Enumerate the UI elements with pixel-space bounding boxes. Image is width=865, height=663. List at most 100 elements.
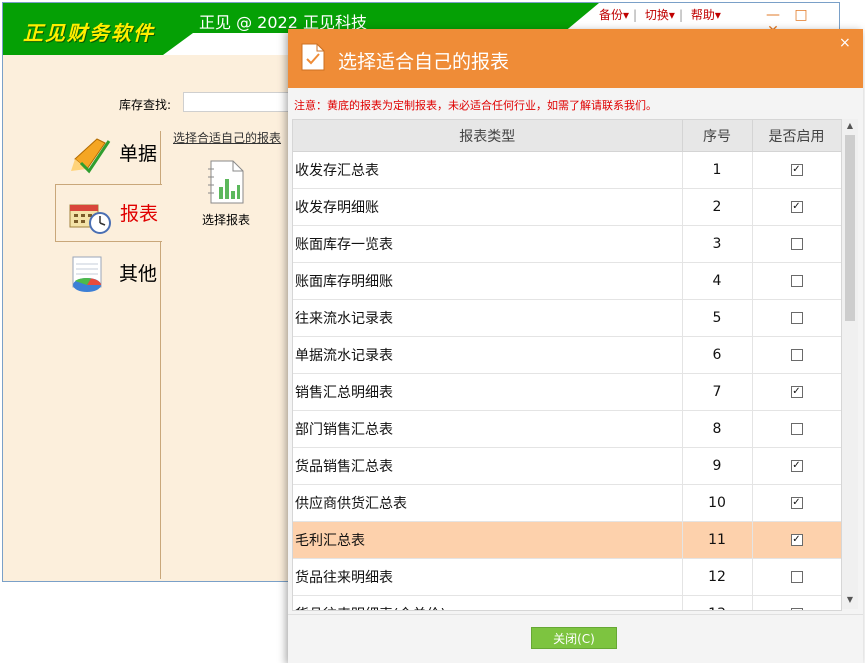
report-number-cell: 7	[682, 373, 753, 411]
report-type-cell: 往来流水记录表	[293, 299, 683, 337]
table-row[interactable]: 收发存汇总表 1 ✓	[293, 151, 841, 189]
report-number-cell: 4	[682, 262, 753, 300]
table-row[interactable]: 收发存明细账 2 ✓	[293, 188, 841, 226]
close-button[interactable]: 关闭(C)	[531, 627, 617, 649]
report-type-cell: 供应商供货汇总表	[293, 484, 683, 522]
table-header-row: 报表类型 序号 是否启用	[293, 120, 841, 152]
report-document-icon	[208, 160, 244, 204]
table-row[interactable]: 账面库存一览表 3	[293, 225, 841, 263]
checklist-icon	[301, 43, 325, 71]
title-menus: 备份▾ | 切换▾ | 帮助▾	[599, 8, 721, 22]
report-number-cell: 6	[682, 336, 753, 374]
col-header-num[interactable]: 序号	[682, 120, 753, 152]
table-row[interactable]: 货品销售汇总表 9 ✓	[293, 447, 841, 485]
scroll-up-icon[interactable]: ▲	[842, 119, 858, 133]
nav-item-documents[interactable]: 单据	[55, 125, 160, 181]
footer-divider	[288, 614, 863, 615]
scroll-thumb[interactable]	[845, 135, 855, 321]
col-header-enabled[interactable]: 是否启用	[752, 120, 841, 152]
enabled-checkbox[interactable]	[790, 608, 803, 610]
enabled-checkbox[interactable]	[790, 312, 803, 324]
pencil-icon	[71, 138, 111, 174]
enabled-checkbox[interactable]: ✓	[790, 497, 803, 509]
enabled-checkbox[interactable]	[790, 349, 803, 361]
enabled-checkbox[interactable]: ✓	[790, 534, 803, 546]
choose-report-tool[interactable]: 选择报表	[199, 159, 253, 228]
report-number-cell: 2	[682, 188, 753, 226]
table-row[interactable]: 货品往来明细表 12	[293, 558, 841, 596]
report-type-cell: 收发存汇总表	[293, 151, 683, 189]
report-type-cell: 账面库存明细账	[293, 262, 683, 300]
report-type-cell: 账面库存一览表	[293, 225, 683, 263]
dialog-close-icon[interactable]: ×	[839, 35, 851, 51]
choose-report-label: 选择报表	[201, 213, 250, 227]
breadcrumb-link[interactable]: 选择合适自己的报表	[173, 129, 281, 146]
table-row[interactable]: 货品往来明细表(含单价)13	[293, 595, 841, 610]
search-label: 库存查找:	[119, 98, 172, 112]
report-number-cell: 3	[682, 225, 753, 263]
report-type-cell: 销售汇总明细表	[293, 373, 683, 411]
app-logo: 正见财务软件	[23, 21, 155, 45]
enabled-checkbox[interactable]	[790, 423, 803, 435]
enabled-cell: ✓	[752, 188, 841, 226]
enabled-cell	[752, 410, 841, 448]
report-number-cell: 1	[682, 151, 753, 189]
table-row[interactable]: 往来流水记录表 5	[293, 299, 841, 337]
enabled-checkbox[interactable]	[790, 238, 803, 250]
enabled-cell	[752, 225, 841, 263]
enabled-checkbox[interactable]: ✓	[790, 460, 803, 472]
scroll-down-icon[interactable]: ▼	[842, 593, 858, 607]
enabled-cell: ✓	[752, 447, 841, 485]
enabled-checkbox[interactable]	[790, 571, 803, 583]
enabled-checkbox[interactable]: ✓	[790, 164, 803, 176]
enabled-cell: ✓	[752, 373, 841, 411]
report-type-cell: 毛利汇总表	[293, 521, 683, 559]
report-type-cell: 单据流水记录表	[293, 336, 683, 374]
report-select-dialog: 选择适合自己的报表 × 注意：黄底的报表为定制报表，未必适合任何行业，如需了解请…	[288, 29, 863, 663]
report-number-cell: 5	[682, 299, 753, 337]
report-type-cell: 货品往来明细表(含单价)	[293, 595, 683, 610]
enabled-cell	[752, 299, 841, 337]
dialog-title: 选择适合自己的报表	[338, 51, 510, 73]
enabled-cell	[752, 262, 841, 300]
table-row[interactable]: 销售汇总明细表 7 ✓	[293, 373, 841, 411]
report-type-cell: 货品往来明细表	[293, 558, 683, 596]
enabled-checkbox[interactable]: ✓	[790, 201, 803, 213]
col-header-type[interactable]: 报表类型	[293, 120, 683, 152]
table-row[interactable]: 单据流水记录表 6	[293, 336, 841, 374]
nav-item-reports[interactable]: 报表	[55, 184, 162, 242]
report-table: 报表类型 序号 是否启用 收发存汇总表 1 ✓ 收发存明细账 2 ✓ 账面库存一览表 3 账面库…	[292, 119, 842, 611]
table-row[interactable]: 毛利汇总表 11 ✓	[293, 521, 841, 559]
table-scrollbar[interactable]: ▲ ▼	[842, 119, 858, 609]
enabled-cell: ✓	[752, 484, 841, 522]
menu-backup[interactable]: 备份▾	[599, 8, 629, 22]
enabled-cell	[752, 595, 841, 610]
report-type-cell: 部门销售汇总表	[293, 410, 683, 448]
table-row[interactable]: 部门销售汇总表 8	[293, 410, 841, 448]
report-number-cell: 10	[682, 484, 753, 522]
report-number-cell: 8	[682, 410, 753, 448]
minimize-icon[interactable]: —	[759, 7, 787, 23]
nav-item-other[interactable]: 其他	[55, 245, 160, 301]
table-row[interactable]: 供应商供货汇总表 10 ✓	[293, 484, 841, 522]
calendar-clock-icon	[69, 204, 111, 234]
report-type-cell: 收发存明细账	[293, 188, 683, 226]
nav-label-reports: 报表	[120, 203, 159, 225]
pie-chart-icon	[72, 256, 102, 292]
report-number-cell: 13	[682, 595, 753, 610]
nav-label-documents: 单据	[119, 143, 158, 165]
menu-switch[interactable]: 切换▾	[645, 8, 675, 22]
enabled-cell	[752, 336, 841, 374]
enabled-cell: ✓	[752, 151, 841, 189]
enabled-checkbox[interactable]	[790, 275, 803, 287]
report-number-cell: 12	[682, 558, 753, 596]
report-number-cell: 9	[682, 447, 753, 485]
maximize-icon[interactable]: □	[787, 7, 815, 23]
dialog-header: 选择适合自己的报表 ×	[288, 29, 863, 88]
menu-help[interactable]: 帮助▾	[691, 8, 721, 22]
table-row[interactable]: 账面库存明细账 4	[293, 262, 841, 300]
report-number-cell: 11	[682, 521, 753, 559]
dialog-note: 注意：黄底的报表为定制报表，未必适合任何行业，如需了解请联系我们。	[294, 99, 657, 112]
enabled-checkbox[interactable]: ✓	[790, 386, 803, 398]
enabled-cell	[752, 558, 841, 596]
